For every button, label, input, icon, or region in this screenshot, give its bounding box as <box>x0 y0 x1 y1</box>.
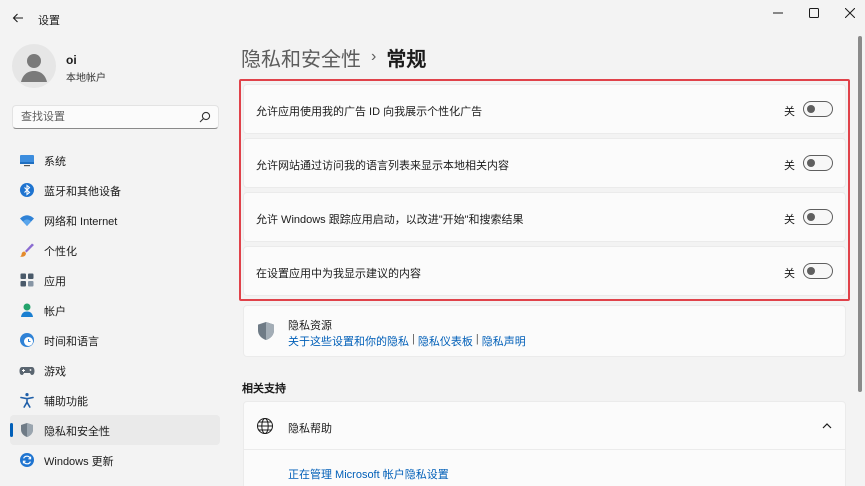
sidebar-item-personalization[interactable]: 个性化 <box>10 235 220 265</box>
breadcrumb-parent[interactable]: 隐私和安全性 <box>241 43 361 72</box>
highlight-box <box>239 79 850 301</box>
link-about-settings-privacy[interactable]: 关于这些设置和你的隐私 <box>288 333 409 349</box>
shield-icon <box>258 322 274 340</box>
clock-globe-icon <box>20 333 34 347</box>
sidebar-item-network[interactable]: 网络和 Internet <box>10 205 220 235</box>
profile-name: oi <box>66 53 77 67</box>
close-button[interactable] <box>832 0 865 26</box>
arrow-left-icon <box>12 13 23 23</box>
sidebar-item-privacy-security[interactable]: 隐私和安全性 <box>10 415 220 445</box>
page-title: 常规 <box>386 48 427 71</box>
sidebar-nav: 系统 蓝牙和其他设备 网络和 Internet 个性化 应用 帐户 时间和语言 … <box>10 145 220 475</box>
bluetooth-icon <box>20 183 34 197</box>
sidebar-item-label: 辅助功能 <box>44 396 88 408</box>
related-support-heading: 相关支持 <box>242 383 286 395</box>
scrollbar[interactable] <box>858 36 862 392</box>
maximize-button[interactable] <box>796 0 832 26</box>
sidebar-item-apps[interactable]: 应用 <box>10 265 220 295</box>
shield-icon <box>21 423 33 437</box>
profile-account-type: 本地帐户 <box>66 73 106 84</box>
back-button[interactable] <box>6 6 30 30</box>
link-privacy-statement[interactable]: 隐私声明 <box>482 333 526 349</box>
search-box <box>12 105 219 129</box>
privacy-resources-title: 隐私资源 <box>288 320 332 332</box>
title-bar: 设置 <box>0 0 865 34</box>
privacy-help-title: 隐私帮助 <box>288 423 332 435</box>
link-separator: | <box>412 333 415 345</box>
sidebar-item-label: 个性化 <box>44 246 77 258</box>
gamepad-icon <box>19 367 35 375</box>
sidebar-item-time-language[interactable]: 时间和语言 <box>10 325 220 355</box>
user-profile[interactable]: oi 本地帐户 <box>12 44 212 88</box>
sidebar-item-gaming[interactable]: 游戏 <box>10 355 220 385</box>
link-privacy-dashboard[interactable]: 隐私仪表板 <box>418 333 473 349</box>
accessibility-icon <box>20 393 34 408</box>
sidebar-item-label: 网络和 Internet <box>44 216 118 228</box>
sidebar-item-label: 时间和语言 <box>44 336 99 348</box>
breadcrumb-separator: › <box>371 48 377 65</box>
minimize-button[interactable] <box>760 0 796 26</box>
privacy-help-card: 隐私帮助 正在管理 Microsoft 帐户隐私设置 <box>243 401 846 486</box>
privacy-help-header[interactable]: 隐私帮助 <box>244 402 845 450</box>
apps-icon <box>20 273 34 287</box>
globe-icon <box>257 418 273 434</box>
search-icon[interactable] <box>199 111 211 123</box>
sidebar-item-accessibility[interactable]: 辅助功能 <box>10 385 220 415</box>
link-manage-microsoft-account-privacy[interactable]: 正在管理 Microsoft 帐户隐私设置 <box>288 466 449 482</box>
person-icon <box>21 303 33 317</box>
sidebar-item-label: 帐户 <box>44 306 66 318</box>
search-input[interactable] <box>21 109 196 125</box>
link-separator: | <box>475 333 479 345</box>
wifi-icon <box>20 215 34 226</box>
sidebar-item-label: 蓝牙和其他设备 <box>44 186 121 198</box>
avatar <box>12 44 56 88</box>
chevron-up-icon[interactable] <box>821 420 833 432</box>
sidebar-item-label: 应用 <box>44 276 66 288</box>
update-icon <box>20 453 34 467</box>
sidebar-item-label: 系统 <box>44 156 66 168</box>
sidebar-item-label: 游戏 <box>44 366 66 378</box>
person-silhouette-icon <box>21 54 47 82</box>
sidebar-item-label: 隐私和安全性 <box>44 426 110 438</box>
sidebar-item-label: Windows 更新 <box>44 456 114 468</box>
monitor-icon <box>20 155 34 167</box>
sidebar-item-bluetooth[interactable]: 蓝牙和其他设备 <box>10 175 220 205</box>
privacy-resources-card: 隐私资源 关于这些设置和你的隐私 | 隐私仪表板 | 隐私声明 <box>243 305 846 357</box>
privacy-resources-links: 关于这些设置和你的隐私 | 隐私仪表板 | 隐私声明 <box>288 333 526 349</box>
minimize-icon <box>773 12 783 14</box>
maximize-icon <box>809 8 819 18</box>
sidebar-item-accounts[interactable]: 帐户 <box>10 295 220 325</box>
brush-icon <box>20 243 34 257</box>
breadcrumb: 隐私和安全性 › 常规 <box>241 42 426 72</box>
sidebar-item-windows-update[interactable]: Windows 更新 <box>10 445 220 475</box>
close-icon <box>845 8 855 18</box>
app-title: 设置 <box>38 15 60 27</box>
sidebar-item-system[interactable]: 系统 <box>10 145 220 175</box>
